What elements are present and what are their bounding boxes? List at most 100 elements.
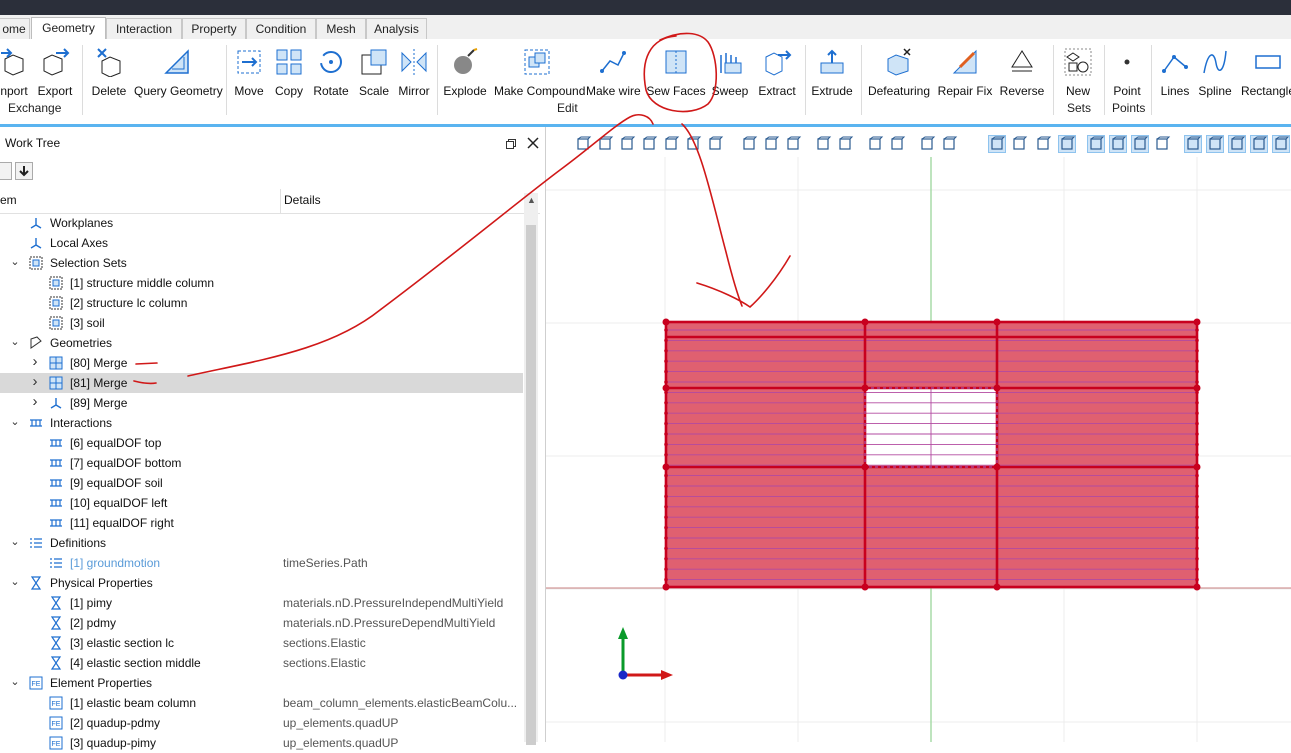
tree-row[interactable]: ⌄ Physical Properties	[0, 573, 523, 593]
mesh-node	[664, 328, 668, 332]
tree-row[interactable]: [6] equalDOF top	[0, 433, 523, 453]
import-button[interactable]: nport	[0, 43, 34, 98]
point-button[interactable]: Point	[1108, 43, 1146, 98]
close-icon[interactable]	[527, 137, 539, 149]
tree-row[interactable]: [2] pdmy materials.nD.PressureDependMulti…	[0, 613, 523, 633]
mesh-node	[664, 546, 668, 551]
tree-row-details: sections.Elastic	[283, 656, 366, 670]
tree-row[interactable]: [4] elastic section middle sections.Elast…	[0, 653, 523, 673]
tab-property[interactable]: Property	[182, 18, 246, 39]
material-icon	[50, 656, 62, 670]
tree-row[interactable]: › [80] Merge	[0, 353, 523, 373]
delete-button[interactable]: Delete	[89, 43, 129, 98]
reverse-button[interactable]: Reverse	[998, 43, 1046, 98]
chevron-right-icon[interactable]: ›	[29, 373, 41, 390]
chevron-down-icon[interactable]: ⌄	[9, 535, 21, 548]
chevron-down-icon[interactable]: ⌄	[9, 255, 21, 268]
tab-analysis[interactable]: Analysis	[366, 18, 427, 39]
tree-row[interactable]: [2] structure lc column	[0, 293, 523, 313]
move-button[interactable]: Move	[230, 43, 268, 98]
3d-viewport[interactable]	[546, 127, 1291, 742]
tab-home[interactable]: ome	[0, 18, 30, 39]
make-wire-button[interactable]: Make wire	[586, 43, 641, 98]
separator	[1104, 45, 1105, 115]
extrude-button[interactable]: Extrude	[810, 43, 854, 98]
column-header-item[interactable]: em	[0, 193, 17, 207]
export-button[interactable]: Export	[35, 43, 75, 98]
tab-condition[interactable]: Condition	[246, 18, 316, 39]
tree-row[interactable]: [7] equalDOF bottom	[0, 453, 523, 473]
extract-button[interactable]: Extract	[755, 43, 799, 98]
tree-row[interactable]: FE [3] quadup-pimy up_elements.quadUP	[0, 733, 523, 753]
tree-row[interactable]: [11] equalDOF right	[0, 513, 523, 533]
chevron-down-icon[interactable]: ⌄	[9, 675, 21, 688]
local-axes-icon	[30, 238, 42, 249]
tab-geometry[interactable]: Geometry	[31, 17, 106, 39]
tree-row[interactable]: FE [1] elastic beam column beam_column_ele…	[0, 693, 523, 713]
tree-row[interactable]: ⌄ Geometries	[0, 333, 523, 353]
tree-row[interactable]: ⌄ Definitions	[0, 533, 523, 553]
delete-icon	[97, 48, 121, 77]
mesh-node	[662, 583, 670, 591]
move-down-button[interactable]	[15, 162, 33, 180]
tree-row[interactable]: Local Axes	[0, 233, 523, 253]
tree-row[interactable]: [3] elastic section lc sections.Elastic	[0, 633, 523, 653]
scale-button[interactable]: Scale	[354, 43, 394, 98]
restore-icon[interactable]	[506, 138, 516, 149]
rotate-button[interactable]: Rotate	[310, 43, 352, 98]
mesh-node	[664, 390, 668, 395]
query-geometry-icon	[164, 49, 189, 74]
tree-row[interactable]: [1] structure middle column	[0, 273, 523, 293]
tree-row[interactable]: ⌄ FE Element Properties	[0, 673, 523, 693]
defeaturing-button[interactable]: Defeaturing	[866, 43, 932, 98]
query-geometry-button[interactable]: Query Geometry	[134, 43, 223, 98]
column-header-details[interactable]: Details	[284, 193, 321, 207]
selection-set-icon	[49, 296, 63, 310]
tree-row-label: [9] equalDOF soil	[70, 476, 163, 490]
chevron-right-icon[interactable]: ›	[29, 393, 41, 410]
tree-row[interactable]: › [89] Merge	[0, 393, 523, 413]
mesh-node	[1195, 546, 1199, 551]
chevron-down-icon[interactable]: ⌄	[9, 415, 21, 428]
chevron-down-icon[interactable]: ⌄	[9, 575, 21, 588]
mesh-node	[1195, 557, 1199, 561]
mesh-node	[993, 318, 1001, 326]
mesh-node	[1195, 380, 1199, 384]
tree-row[interactable]: › [81] Merge	[0, 373, 523, 393]
tab-interaction[interactable]: Interaction	[106, 18, 182, 39]
tree-row-label: [2] quadup-pdmy	[70, 716, 161, 730]
chevron-right-icon[interactable]: ›	[29, 353, 41, 370]
viewport-canvas[interactable]	[546, 127, 1291, 742]
mirror-button[interactable]: Mirror	[395, 43, 433, 98]
spline-button[interactable]: Spline	[1196, 43, 1234, 98]
lines-button[interactable]: Lines	[1156, 43, 1194, 98]
repair-fix-button[interactable]: Repair Fix	[936, 43, 994, 98]
separator	[82, 45, 83, 115]
sweep-button[interactable]: Sweep	[710, 43, 750, 98]
copy-button[interactable]: Copy	[270, 43, 308, 98]
selection-set-icon	[49, 316, 63, 330]
tree-row[interactable]: FE [2] quadup-pdmy up_elements.quadUP	[0, 713, 523, 733]
material-icon	[50, 636, 62, 650]
tree-row[interactable]: [10] equalDOF left	[0, 493, 523, 513]
rectangle-button[interactable]: Rectangle	[1240, 43, 1291, 98]
make-compound-button[interactable]: Make Compound	[494, 43, 585, 98]
tree-row[interactable]: [1] groundmotion timeSeries.Path	[0, 553, 523, 573]
tab-mesh[interactable]: Mesh	[316, 18, 366, 39]
tree-row[interactable]: Workplanes	[0, 213, 523, 233]
tree-row-details: sections.Elastic	[283, 636, 366, 650]
tree-row[interactable]: [3] soil	[0, 313, 523, 333]
scrollbar-thumb[interactable]	[526, 225, 536, 745]
explode-button[interactable]: Explode	[443, 43, 487, 98]
chevron-down-icon[interactable]: ⌄	[9, 335, 21, 348]
scroll-up-icon[interactable]: ▲	[527, 195, 536, 205]
equaldof-icon	[50, 459, 62, 467]
new-sets-button[interactable]: New	[1058, 43, 1098, 98]
mesh-node	[1195, 328, 1199, 332]
tree-row[interactable]: ⌄ Interactions	[0, 413, 523, 433]
collapse-button[interactable]	[0, 162, 12, 180]
sew-faces-button[interactable]: Sew Faces	[646, 43, 706, 98]
tree-row[interactable]: [9] equalDOF soil	[0, 473, 523, 493]
tree-row[interactable]: ⌄ Selection Sets	[0, 253, 523, 273]
tree-row[interactable]: [1] pimy materials.nD.PressureIndependMul…	[0, 593, 523, 613]
